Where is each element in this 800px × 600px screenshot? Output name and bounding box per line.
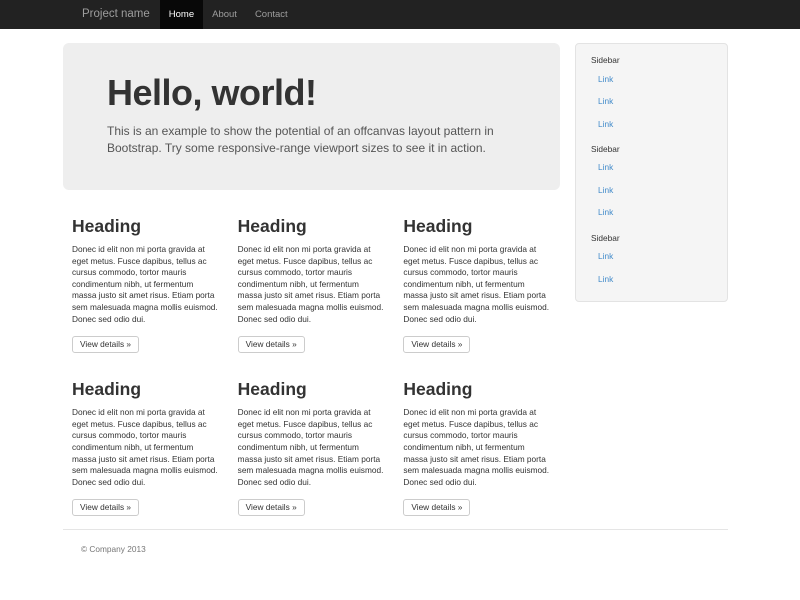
copyright-text: © Company 2013 [81, 544, 146, 554]
card-heading: Heading [238, 216, 386, 236]
sidebar-column: SidebarLinkLinkLinkSidebarLinkLinkLinkSi… [575, 29, 728, 302]
nav-item-label: Contact [246, 0, 297, 29]
view-details-button[interactable]: View details » [238, 499, 305, 516]
sidebar-link[interactable]: Link [576, 179, 727, 202]
card-body-text: Donec id elit non mi porta gravida at eg… [72, 407, 220, 488]
sidebar-link[interactable]: Link [576, 246, 727, 269]
sidebar-header: Sidebar [576, 53, 727, 68]
card-heading: Heading [403, 379, 551, 399]
card-heading: Heading [403, 216, 551, 236]
sidebar-link[interactable]: Link [576, 68, 727, 91]
card-row: Heading Donec id elit non mi porta gravid… [63, 379, 560, 516]
view-details-button[interactable]: View details » [72, 336, 139, 353]
main-column: Hello, world! This is an example to show… [63, 29, 560, 516]
card-heading: Heading [238, 379, 386, 399]
sidebar-link[interactable]: Link [576, 113, 727, 136]
card-row: Heading Donec id elit non mi porta gravid… [63, 216, 560, 353]
card-body-text: Donec id elit non mi porta gravida at eg… [238, 407, 386, 488]
view-details-button[interactable]: View details » [403, 336, 470, 353]
card: Heading Donec id elit non mi porta gravid… [229, 216, 395, 353]
nav-item-label: About [203, 0, 246, 29]
navbar-menu: HomeAboutContact [160, 0, 297, 29]
sidebar-link[interactable]: Link [576, 157, 727, 180]
sidebar-link[interactable]: Link [576, 202, 727, 225]
card-body-text: Donec id elit non mi porta gravida at eg… [238, 244, 386, 325]
card: Heading Donec id elit non mi porta gravid… [63, 379, 229, 516]
nav-item-about[interactable]: About [203, 0, 246, 29]
sidebar-link[interactable]: Link [576, 91, 727, 114]
sidebar-header: Sidebar [576, 231, 727, 246]
card-body-text: Donec id elit non mi porta gravida at eg… [72, 244, 220, 325]
sidebar-link[interactable]: Link [576, 268, 727, 291]
view-details-button[interactable]: View details » [238, 336, 305, 353]
footer: © Company 2013 [63, 529, 728, 557]
navbar-inner: Project name HomeAboutContact [64, 0, 736, 29]
card-heading: Heading [72, 216, 220, 236]
card: Heading Donec id elit non mi porta gravid… [394, 379, 560, 516]
main-row: Hello, world! This is an example to show… [63, 29, 728, 516]
card-body-text: Donec id elit non mi porta gravida at eg… [403, 244, 551, 325]
card: Heading Donec id elit non mi porta gravid… [229, 379, 395, 516]
card-heading: Heading [72, 379, 220, 399]
sidebar: SidebarLinkLinkLinkSidebarLinkLinkLinkSi… [575, 43, 728, 302]
nav-item-contact[interactable]: Contact [246, 0, 297, 29]
view-details-button[interactable]: View details » [72, 499, 139, 516]
card: Heading Donec id elit non mi porta gravid… [394, 216, 560, 353]
jumbotron: Hello, world! This is an example to show… [63, 43, 560, 190]
card-body-text: Donec id elit non mi porta gravida at eg… [403, 407, 551, 488]
cards-area: Heading Donec id elit non mi porta gravid… [63, 216, 560, 516]
card: Heading Donec id elit non mi porta gravid… [63, 216, 229, 353]
navbar: Project name HomeAboutContact [0, 0, 800, 29]
nav-item-home[interactable]: Home [160, 0, 203, 29]
navbar-brand[interactable]: Project name [64, 0, 150, 29]
view-details-button[interactable]: View details » [403, 499, 470, 516]
page-container: Hello, world! This is an example to show… [63, 29, 728, 557]
jumbotron-description: This is an example to show the potential… [107, 123, 501, 157]
jumbotron-title: Hello, world! [107, 73, 516, 113]
nav-item-label: Home [160, 0, 203, 29]
sidebar-header: Sidebar [576, 142, 727, 157]
